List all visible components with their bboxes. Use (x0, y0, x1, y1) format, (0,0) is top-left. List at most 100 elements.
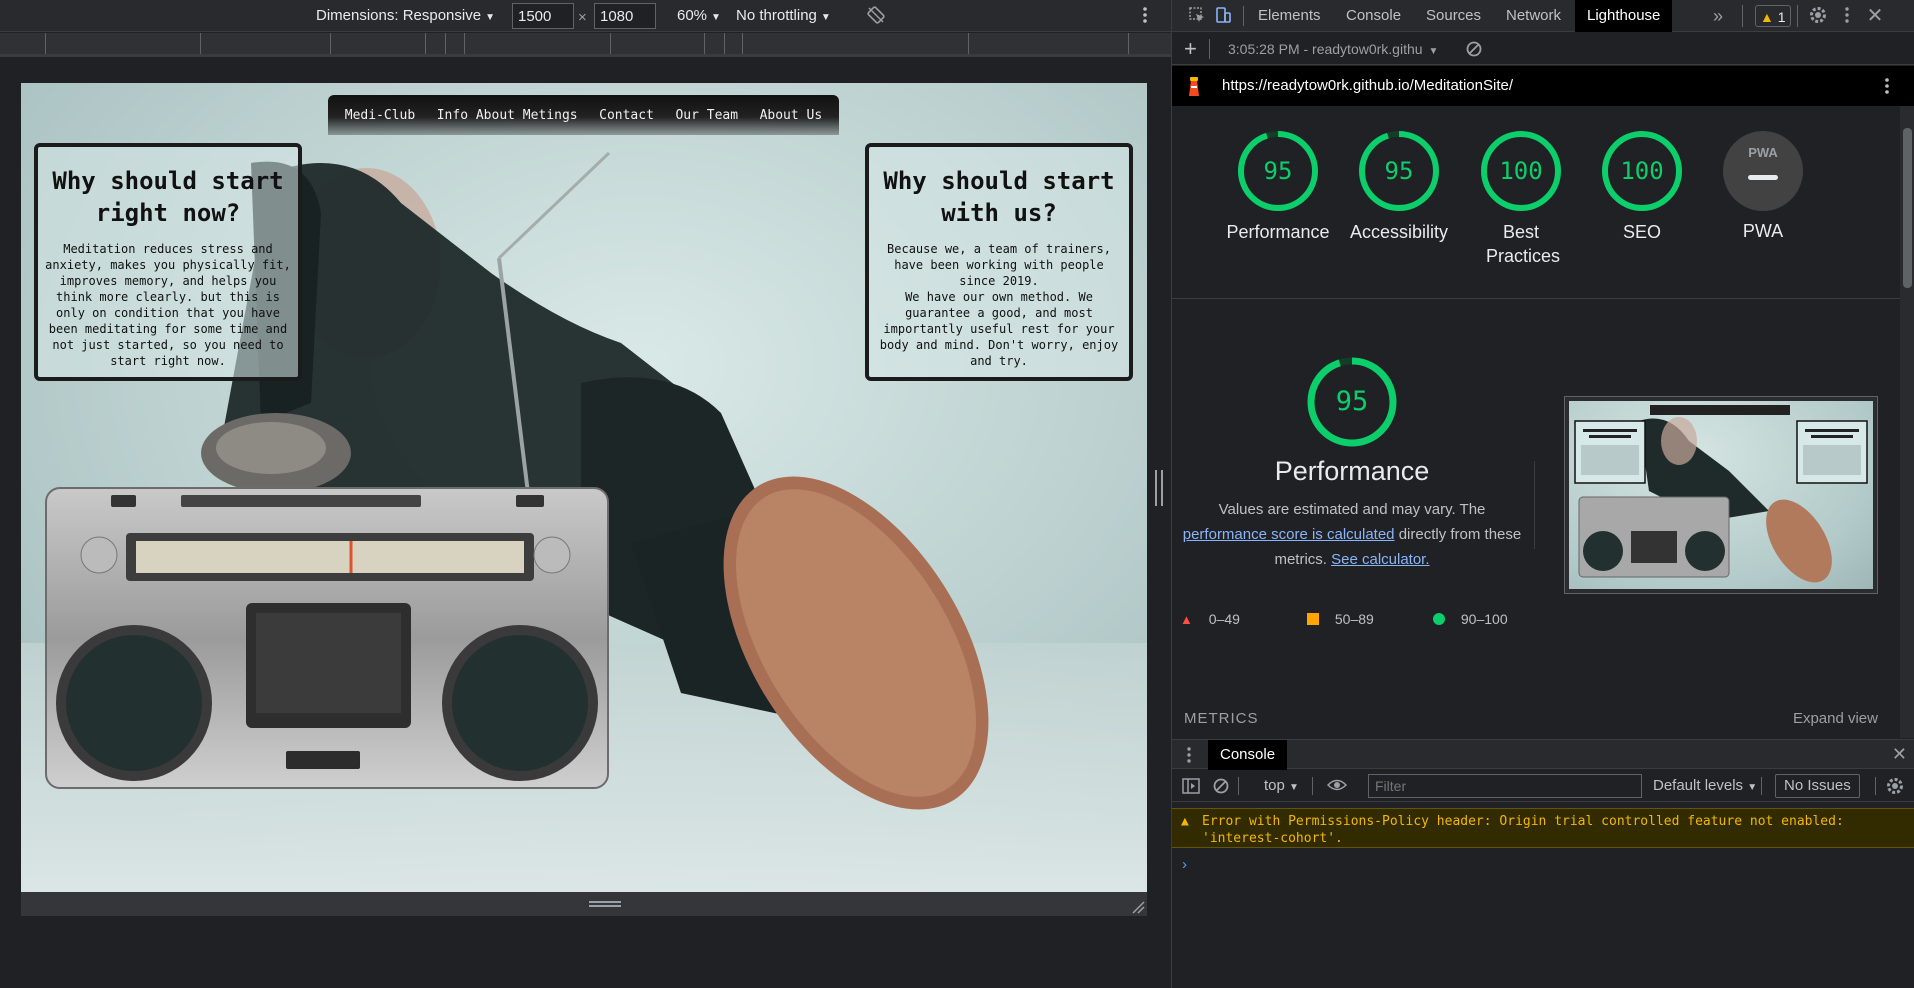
report-selector[interactable]: 3:05:28 PM - readytow0rk.githu ▼ (1228, 39, 1438, 59)
throttling-select[interactable]: No throttling ▼ (736, 6, 831, 26)
issues-button[interactable]: No Issues (1775, 774, 1860, 798)
clear-reports-icon[interactable] (1465, 40, 1483, 62)
resize-corner-icon[interactable] (1131, 900, 1145, 914)
see-calculator-link[interactable]: See calculator. (1331, 551, 1429, 568)
performance-score: 95 (1335, 386, 1369, 417)
pwa-badge-icon: PWA (1723, 131, 1803, 211)
pwa-badge-text: PWA (1748, 145, 1778, 160)
tab-network[interactable]: Network (1494, 0, 1573, 32)
card-why-with-us: Why should start with us? Because we, a … (865, 143, 1133, 381)
legend-label: 50–89 (1334, 611, 1374, 627)
card-title: Why should start with us? (883, 167, 1115, 227)
media-query-ruler[interactable] (0, 33, 1171, 54)
zoom-label: 60% (677, 7, 708, 24)
report-menu-icon[interactable] (1884, 76, 1890, 100)
performance-summary: 95 Performance Values are estimated and … (1172, 356, 1532, 572)
legend-average: 50–89 (1307, 611, 1374, 627)
drawer-menu-icon[interactable] (1186, 746, 1192, 768)
gauge-ring: 95 (1358, 130, 1440, 212)
metrics-label: METRICS (1184, 710, 1259, 727)
score-value: 95 (1384, 157, 1414, 185)
drawer-tab-console[interactable]: Console (1208, 740, 1288, 770)
score-calculated-link[interactable]: performance score is calculated (1183, 526, 1395, 543)
card-title: Why should start right now? (52, 167, 284, 227)
viewport-bottom-bar (21, 892, 1147, 916)
width-input[interactable] (512, 3, 574, 29)
score-label: Accessibility (1349, 222, 1449, 242)
context-label: top (1264, 777, 1285, 794)
tab-elements[interactable]: Elements (1246, 0, 1333, 32)
lighthouse-logo-icon (1186, 76, 1202, 100)
nav-link-contact[interactable]: Contact (599, 108, 654, 123)
circle-icon (1433, 613, 1445, 625)
lighthouse-report: 95 Performance 95 Accessibility 100 Best… (1172, 106, 1900, 738)
tab-console[interactable]: Console (1334, 0, 1413, 32)
device-emulation-pane: Dimensions: Responsive▼ × 60%▼ No thrott… (0, 0, 1171, 988)
score-label: SEO (1622, 222, 1661, 242)
legend-pass: 90–100 (1433, 611, 1508, 627)
drawer-tab-bar: Console ✕ (1172, 739, 1914, 770)
inspect-element-icon[interactable] (1186, 6, 1208, 26)
report-scrollbar[interactable] (1900, 106, 1914, 738)
warning-icon: ▲ (1181, 814, 1189, 829)
console-filter-input[interactable] (1368, 774, 1642, 798)
console-prompt[interactable]: › (1182, 856, 1187, 873)
desc-text: Values are estimated and may vary. The (1218, 501, 1486, 518)
close-drawer-icon[interactable]: ✕ (1892, 744, 1907, 765)
console-warning-message[interactable]: ▲ Error with Permissions-Policy header: … (1172, 808, 1914, 848)
report-url-bar: https://readytow0rk.github.io/Meditation… (1172, 66, 1914, 106)
nav-link-medi-club[interactable]: Medi-Club (345, 108, 415, 123)
score-gauge-accessibility[interactable]: 95 Accessibility (1344, 130, 1454, 244)
caret-down-icon: ▼ (820, 12, 831, 23)
zoom-select[interactable]: 60% ▼ (677, 6, 721, 26)
customize-menu-icon[interactable] (1836, 6, 1858, 26)
caret-down-icon: ▼ (485, 12, 495, 23)
live-expression-eye-icon[interactable] (1326, 777, 1348, 797)
settings-gear-icon[interactable] (1807, 6, 1829, 26)
warning-count: 1 (1777, 9, 1786, 25)
score-value: 100 (1499, 157, 1543, 185)
width-drag-handle[interactable] (1155, 470, 1163, 506)
expand-view-toggle[interactable]: Expand view (1793, 710, 1878, 727)
close-devtools-icon[interactable]: ✕ (1864, 6, 1886, 26)
summary-separator (1534, 461, 1535, 549)
card-body: Because we, a team of trainers, have bee… (887, 242, 1111, 288)
score-label: PWA (1742, 221, 1784, 241)
final-screenshot[interactable] (1564, 396, 1878, 594)
tab-sources[interactable]: Sources (1414, 0, 1493, 32)
warnings-counter[interactable]: ▲ 1 (1755, 5, 1791, 27)
show-sidebar-icon[interactable] (1182, 778, 1200, 798)
score-gauge-best-practices[interactable]: 100 Best Practices (1466, 130, 1576, 268)
device-toggle-icon[interactable] (1212, 6, 1234, 26)
height-input[interactable] (594, 3, 656, 29)
caret-down-icon: ▼ (1289, 782, 1299, 793)
clear-console-icon[interactable] (1212, 777, 1230, 797)
score-gauge-pwa[interactable]: PWA PWA (1708, 130, 1818, 243)
log-levels-select[interactable]: Default levels ▼ (1653, 776, 1757, 796)
context-select[interactable]: top ▼ (1264, 776, 1299, 796)
more-vertical-icon[interactable] (1142, 5, 1152, 25)
new-report-icon[interactable]: + (1184, 36, 1197, 62)
warning-icon: ▲ (1760, 9, 1774, 25)
report-url[interactable]: https://readytow0rk.github.io/Meditation… (1222, 76, 1513, 96)
height-drag-handle[interactable] (589, 901, 621, 907)
devtools-tab-bar: Elements Console Sources Network Lightho… (1172, 0, 1914, 32)
console-settings-gear-icon[interactable] (1886, 777, 1904, 797)
nav-link-about-us[interactable]: About Us (760, 108, 823, 123)
score-gauge-performance[interactable]: 95 Performance (1223, 130, 1333, 244)
tab-lighthouse[interactable]: Lighthouse (1575, 0, 1673, 32)
emulated-viewport[interactable]: Medi-Club Info About Metings Contact Our… (21, 83, 1147, 892)
dimensions-select[interactable]: Dimensions: Responsive ▼ (316, 6, 495, 26)
times-sign: × (578, 9, 587, 26)
nav-link-info[interactable]: Info About Metings (437, 108, 578, 123)
legend-fail: ▲ 0–49 (1180, 611, 1240, 627)
nav-link-our-team[interactable]: Our Team (675, 108, 738, 123)
rotate-icon[interactable] (866, 5, 886, 25)
screenshot-thumbnail (1569, 401, 1873, 589)
score-gauge-seo[interactable]: 100 SEO (1587, 130, 1697, 244)
warning-text: Error with Permissions-Policy header: Or… (1202, 814, 1844, 846)
performance-description: Values are estimated and may vary. The p… (1172, 497, 1532, 572)
more-tabs-icon[interactable]: » (1707, 6, 1729, 26)
levels-label: Default levels (1653, 777, 1744, 794)
metrics-header: METRICS Expand view (1172, 706, 1900, 734)
